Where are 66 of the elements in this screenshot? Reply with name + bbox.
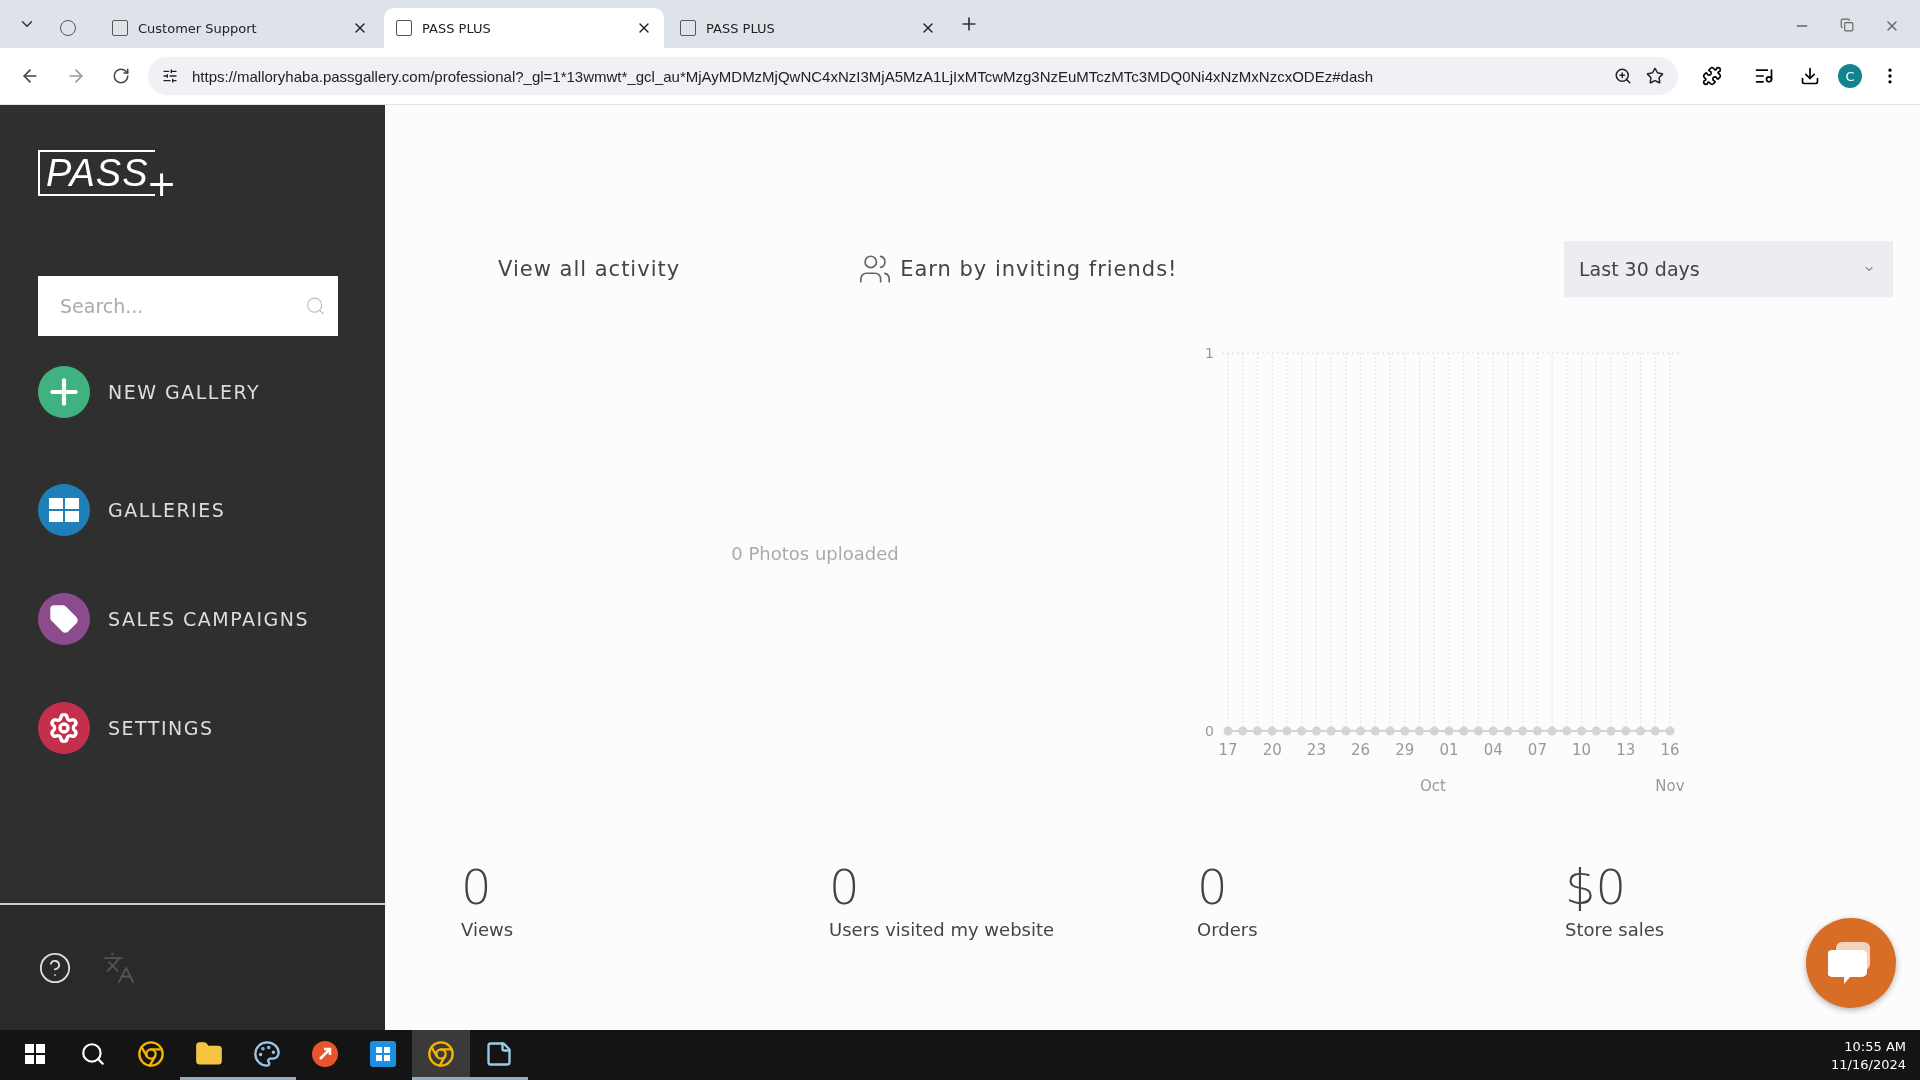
stat-value: 0 xyxy=(461,859,492,915)
axis-label: 07 xyxy=(1527,741,1547,759)
note-icon xyxy=(485,1039,513,1068)
search-field[interactable]: Search... xyxy=(38,276,338,336)
site-info-icon[interactable] xyxy=(162,68,178,84)
clock[interactable]: 10:55 AM 11/16/2024 xyxy=(1831,1038,1920,1072)
stat-value: $0 xyxy=(1565,859,1627,915)
axis-label: 04 xyxy=(1483,741,1503,759)
nav-item[interactable]: SETTINGS xyxy=(38,702,347,754)
photos-count: 0 Photos uploaded xyxy=(730,542,900,564)
reload-icon[interactable] xyxy=(112,67,130,85)
logo: PASS+ xyxy=(38,150,347,196)
axis-label: 26 xyxy=(1351,741,1371,759)
browser-tab[interactable]: PASS PLUS xyxy=(668,8,948,48)
nav-item[interactable]: NEW GALLERY xyxy=(38,366,347,418)
favicon-icon xyxy=(680,20,696,36)
stat-label: Views xyxy=(461,919,514,940)
axis-label: 16 xyxy=(1660,741,1680,759)
axis-label: 01 xyxy=(1439,741,1459,759)
chat-button[interactable] xyxy=(1806,918,1896,1008)
folder-icon xyxy=(195,1039,223,1068)
windows-icon xyxy=(25,1043,45,1064)
restore-icon[interactable] xyxy=(1840,18,1854,32)
taskbar-app[interactable] xyxy=(412,1030,470,1080)
favicon-icon xyxy=(112,20,128,36)
axis-label: 1 xyxy=(1205,345,1214,361)
invite-link[interactable]: Earn by inviting friends! xyxy=(858,252,1178,286)
favicon-icon xyxy=(396,20,412,36)
stat-label: Users visited my website xyxy=(829,919,1055,940)
stat-value: 0 xyxy=(829,859,860,915)
grid-icon xyxy=(49,498,79,522)
axis-label: 13 xyxy=(1616,741,1636,759)
stat-label: Store sales xyxy=(1565,919,1665,940)
axis-label: 23 xyxy=(1306,741,1326,759)
stat-value: 0 xyxy=(1197,859,1228,915)
remote-icon xyxy=(311,1039,339,1068)
axis-label: 10 xyxy=(1572,741,1592,759)
address-bar[interactable]: https://malloryhaba.passgallery.com/professional?_gl=1*13wmwt*_gcl_au*MjAyMDMzMjQwNC4xNzI3MjA5MzA1LjIxMTcwMzg3NzEuMTczMTc3MDQ0Ni4xNzMxNzcxODEz#dash xyxy=(148,57,1678,95)
activity-link[interactable]: View all activity xyxy=(498,257,681,281)
zoom-icon[interactable] xyxy=(1614,67,1632,85)
date-range-dropdown[interactable]: Last 30 days xyxy=(1564,241,1893,297)
store-icon xyxy=(370,1040,396,1067)
tag-icon xyxy=(49,604,79,634)
nav-item[interactable]: GALLERIES xyxy=(38,484,347,536)
media-icon[interactable] xyxy=(1754,66,1774,86)
download-icon[interactable] xyxy=(1800,66,1820,86)
axis-label: 29 xyxy=(1395,741,1415,759)
help-icon[interactable] xyxy=(38,950,72,985)
axis-label: 20 xyxy=(1262,741,1282,759)
stat-label: Orders xyxy=(1197,919,1258,940)
axis-label: 17 xyxy=(1218,741,1238,759)
month-label: Oct xyxy=(1420,777,1446,795)
profile-avatar[interactable]: C xyxy=(1838,64,1862,88)
star-icon[interactable] xyxy=(1646,67,1664,85)
gear-icon xyxy=(48,712,80,744)
palette-icon xyxy=(253,1039,281,1068)
browser-icon xyxy=(137,1039,165,1068)
axis-label: 0 xyxy=(1205,723,1214,739)
search-icon xyxy=(80,1040,106,1067)
month-label: Nov xyxy=(1655,777,1685,795)
people-icon xyxy=(858,252,893,286)
extensions-icon[interactable] xyxy=(1702,66,1722,86)
browser-tab[interactable]: Customer Support xyxy=(100,8,380,48)
browser-tab[interactable]: PASS PLUS xyxy=(384,8,664,48)
nav-item[interactable]: SALES CAMPAIGNS xyxy=(38,593,347,645)
browser-icon xyxy=(427,1039,455,1068)
